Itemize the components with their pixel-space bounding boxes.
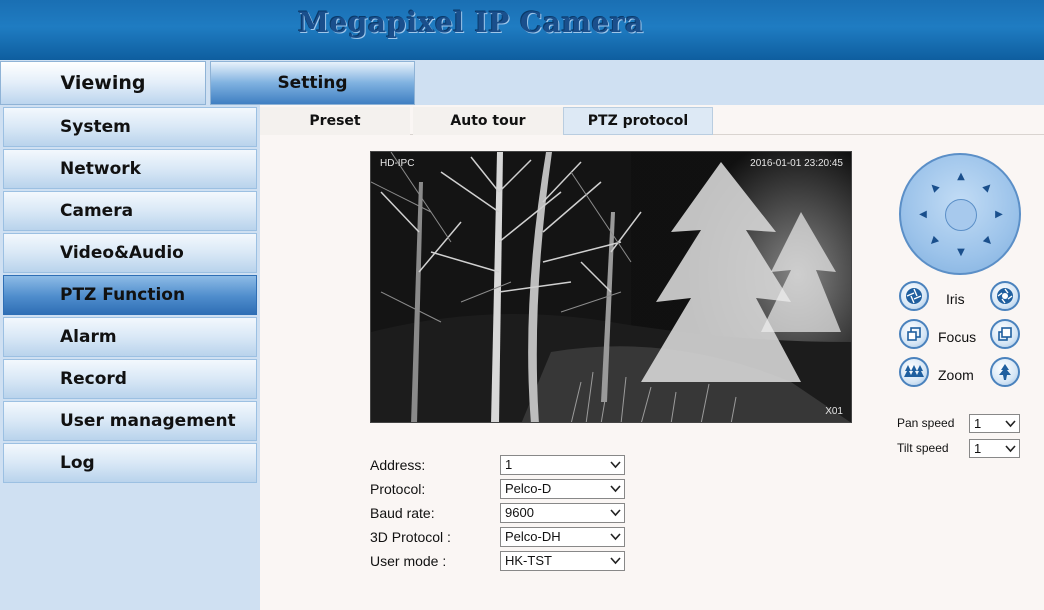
sidebar-item-network[interactable]: Network [3, 149, 257, 189]
video-preview[interactable]: HD-IPC 2016-01-01 23:20:45 X01 [370, 151, 852, 423]
address-label: Address: [370, 457, 426, 473]
subtab-ptz-protocol[interactable]: PTZ protocol [563, 107, 713, 135]
ptz-down-left-button[interactable]: ▼ [921, 228, 946, 253]
focus-label: Focus [938, 329, 977, 345]
focus-far-icon [998, 327, 1012, 341]
ptz-right-button[interactable]: ▶ [990, 205, 1008, 223]
tilt-speed-select[interactable]: 1 [969, 439, 1020, 458]
pan-speed-select[interactable]: 1 [969, 414, 1020, 433]
zoom-in-button[interactable] [990, 357, 1020, 387]
tilt-speed-value: 1 [974, 441, 982, 456]
video-frame-image [371, 152, 851, 422]
sidebar-item-ptz-function[interactable]: PTZ Function [3, 275, 257, 315]
iris-open-button[interactable] [990, 281, 1020, 311]
sidebar-item-video-audio[interactable]: Video&Audio [3, 233, 257, 273]
subtab-preset[interactable]: Preset [260, 107, 410, 135]
3d-protocol-select[interactable]: Pelco-DH [500, 527, 625, 547]
osd-channel: X01 [825, 406, 843, 417]
osd-camera-name: HD-IPC [380, 158, 415, 169]
app-header: Megapixel IP Camera [0, 0, 1044, 60]
protocol-label: Protocol: [370, 481, 426, 497]
ptz-up-button[interactable]: ▲ [952, 167, 970, 185]
chevron-down-icon [610, 509, 621, 517]
osd-timestamp: 2016-01-01 23:20:45 [750, 158, 843, 169]
sidebar-item-alarm[interactable]: Alarm [3, 317, 257, 357]
address-select[interactable]: 1 [500, 455, 625, 475]
user-mode-label: User mode : [370, 553, 447, 569]
protocol-value: Pelco-D [505, 481, 552, 496]
focus-far-button[interactable] [990, 319, 1020, 349]
chevron-down-icon [610, 461, 621, 469]
chevron-down-icon [1005, 445, 1016, 453]
chevron-down-icon [610, 533, 621, 541]
content-panel: Preset Auto tour PTZ protocol HD-IPC 201… [260, 105, 1044, 610]
ptz-down-right-button[interactable]: ▼ [975, 228, 1000, 253]
sidebar: System Network Camera Video&Audio PTZ Fu… [0, 105, 260, 610]
zoom-out-button[interactable] [899, 357, 929, 387]
app-title: Megapixel IP Camera [298, 6, 644, 39]
chevron-down-icon [1005, 420, 1016, 428]
baud-rate-select[interactable]: 9600 [500, 503, 625, 523]
iris-close-button[interactable] [899, 281, 929, 311]
focus-near-button[interactable] [899, 319, 929, 349]
sidebar-item-log[interactable]: Log [3, 443, 257, 483]
3d-protocol-label: 3D Protocol : [370, 529, 451, 545]
user-mode-select[interactable]: HK-TST [500, 551, 625, 571]
focus-near-icon [907, 327, 921, 341]
sidebar-item-record[interactable]: Record [3, 359, 257, 399]
pan-speed-label: Pan speed [897, 416, 955, 430]
iris-label: Iris [946, 291, 965, 307]
ptz-center-button[interactable] [945, 199, 977, 231]
subtab-bar: Preset Auto tour PTZ protocol [260, 105, 1044, 135]
pan-speed-value: 1 [974, 416, 982, 431]
sidebar-item-user-management[interactable]: User management [3, 401, 257, 441]
ptz-left-button[interactable]: ◀ [914, 205, 932, 223]
ptz-down-button[interactable]: ▼ [952, 243, 970, 261]
zoom-in-tree-icon [999, 364, 1011, 380]
sidebar-item-camera[interactable]: Camera [3, 191, 257, 231]
baud-rate-label: Baud rate: [370, 505, 435, 521]
3d-protocol-value: Pelco-DH [505, 529, 561, 544]
user-mode-value: HK-TST [505, 553, 552, 568]
tab-viewing[interactable]: Viewing [0, 61, 206, 105]
chevron-down-icon [610, 557, 621, 565]
sidebar-item-system[interactable]: System [3, 107, 257, 147]
baud-rate-value: 9600 [505, 505, 534, 520]
chevron-down-icon [610, 485, 621, 493]
tilt-speed-label: Tilt speed [897, 441, 949, 455]
zoom-out-trees-icon [904, 365, 924, 377]
ptz-direction-pad: ▲ ▼ ◀ ▶ ▲ ▲ ▼ ▼ [899, 153, 1021, 275]
zoom-label: Zoom [938, 367, 974, 383]
ptz-up-left-button[interactable]: ▲ [921, 174, 946, 199]
address-value: 1 [505, 457, 513, 472]
subtab-auto-tour[interactable]: Auto tour [413, 107, 563, 135]
iris-open-icon [997, 288, 1013, 304]
ptz-up-right-button[interactable]: ▲ [975, 174, 1000, 199]
tab-setting[interactable]: Setting [210, 61, 415, 105]
iris-close-icon [906, 288, 922, 304]
protocol-select[interactable]: Pelco-D [500, 479, 625, 499]
